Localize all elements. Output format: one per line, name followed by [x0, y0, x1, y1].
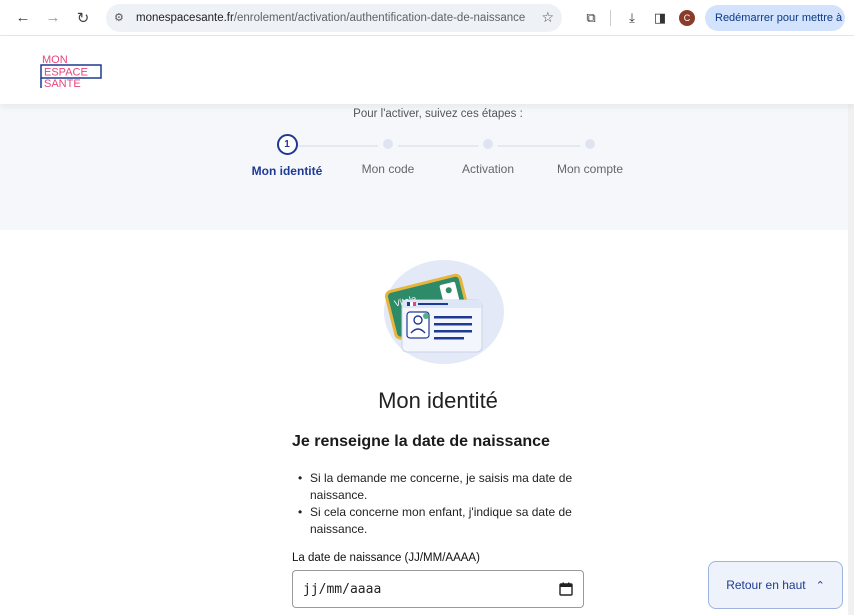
side-panel-icon[interactable]: ◨: [649, 7, 671, 29]
step-label: Mon identité: [251, 164, 323, 178]
url-path: /enrolement/activation/authentification-…: [233, 11, 526, 24]
step-activation: Activation: [438, 134, 538, 176]
instructions-list: Si la demande me concerne, je saisis ma …: [298, 470, 588, 538]
birthdate-field-label: La date de naissance (JJ/MM/AAAA): [292, 552, 480, 564]
list-item: Si cela concerne mon enfant, j'indique s…: [298, 504, 588, 538]
browser-toolbar: ← → ↻ ⚙ monespacesante.fr/enrolement/act…: [0, 0, 854, 36]
reload-icon[interactable]: ↻: [72, 7, 94, 29]
forward-arrow-icon[interactable]: →: [42, 7, 64, 29]
back-arrow-icon[interactable]: ←: [12, 7, 34, 29]
list-item: Si la demande me concerne, je saisis ma …: [298, 470, 588, 504]
step-label: Mon compte: [556, 162, 624, 176]
chevron-up-icon: ⌃: [815, 579, 825, 592]
url-text[interactable]: monespacesante.fr/enrolement/activation/…: [136, 12, 537, 24]
step-dot: [585, 139, 595, 149]
steps-intro: Pour l'activer, suivez ces étapes :: [353, 108, 523, 120]
back-to-top-button[interactable]: Retour en haut ⌃: [708, 561, 843, 609]
update-browser-button[interactable]: Redémarrer pour mettre à jour: [705, 4, 845, 31]
address-bar[interactable]: ⚙ monespacesante.fr/enrolement/activatio…: [106, 3, 562, 32]
birthdate-input[interactable]: jj/mm/aaaa: [292, 570, 584, 608]
identity-cards-illustration: Vitale: [384, 260, 504, 364]
page-title: Mon identité: [378, 388, 498, 413]
extensions-icon[interactable]: ⧉: [580, 7, 602, 29]
birthdate-placeholder: jj/mm/aaaa: [303, 581, 382, 597]
download-icon[interactable]: ⤓: [621, 7, 643, 29]
step-mon-code: Mon code: [338, 134, 438, 176]
section-title: Je renseigne la date de naissance: [292, 433, 550, 450]
logo-line-mon: MON: [42, 54, 68, 66]
step-dot: [483, 139, 493, 149]
step-label: Activation: [461, 162, 515, 176]
calendar-icon[interactable]: [559, 582, 573, 596]
scrollbar[interactable]: [848, 36, 854, 615]
url-host: monespacesante.fr: [136, 11, 234, 24]
step-mon-compte: Mon compte: [540, 134, 640, 176]
step-dot: [383, 139, 393, 149]
site-header: MON ESPACE SANTE: [0, 36, 854, 104]
step-number-badge: 1: [276, 134, 298, 155]
step-mon-identite: 1 Mon identité: [237, 134, 337, 178]
bookmark-star-icon[interactable]: ☆: [541, 9, 554, 26]
logo-line-sante: SANTE: [44, 78, 81, 89]
steps-band: Pour l'activer, suivez ces étapes : 1 Mo…: [0, 104, 854, 230]
back-to-top-label: Retour en haut: [726, 578, 806, 592]
logo-line-espace: ESPACE: [44, 67, 88, 79]
site-info-icon[interactable]: ⚙: [114, 11, 130, 24]
profile-avatar[interactable]: C: [679, 9, 695, 26]
mon-espace-sante-logo[interactable]: MON ESPACE SANTE: [40, 53, 108, 89]
toolbar-separator: [610, 9, 611, 26]
step-label: Mon code: [361, 162, 415, 176]
